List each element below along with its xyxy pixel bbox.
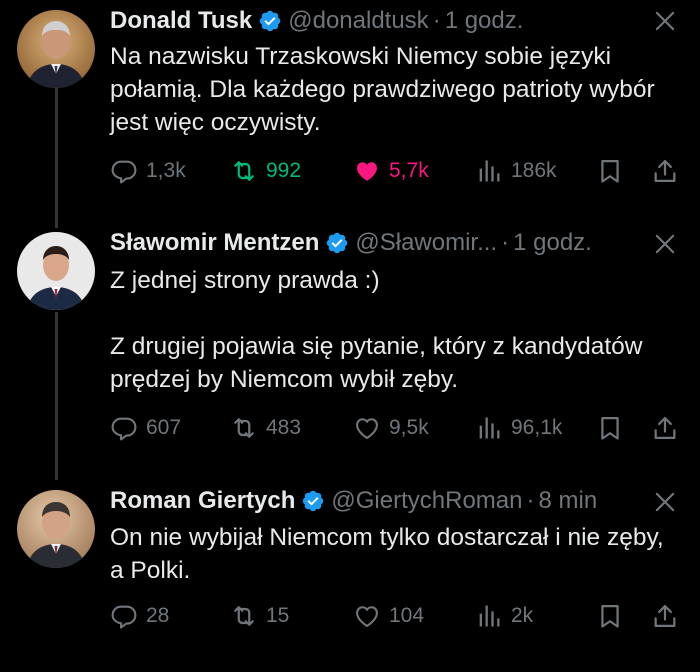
share-button[interactable] [651,602,679,630]
reply-button[interactable]: 28 [110,602,169,630]
timestamp[interactable]: 8 min [538,487,597,515]
views-button[interactable]: 2k [475,602,533,630]
bookmark-icon [596,602,624,630]
retweet-count: 15 [266,604,290,627]
tweet-text: On nie wybijał Niemcom tylko dostarczał … [110,521,670,587]
separator-dot: · [526,487,535,514]
tweet[interactable]: Roman Giertych @GiertychRoman · 8 min On… [0,0,700,672]
avatar[interactable] [17,490,95,568]
share-icon [651,602,679,630]
close-icon[interactable] [652,489,678,515]
verified-badge-icon [301,489,325,513]
heart-icon [353,602,381,630]
retweet-icon [230,602,258,630]
like-button[interactable]: 104 [353,602,424,630]
author-handle[interactable]: @GiertychRoman [331,487,522,515]
like-count: 104 [389,604,425,627]
action-bar: 28 15 104 2k [110,600,680,632]
tweet-paragraph: On nie wybijał Niemcom tylko dostarczał … [110,524,664,584]
reply-icon [110,602,138,630]
views-chart-icon [475,602,503,630]
tweet-header: Roman Giertych @GiertychRoman · 8 min [110,486,680,516]
retweet-button[interactable]: 15 [230,602,289,630]
bookmark-button[interactable] [596,602,624,630]
author-name[interactable]: Roman Giertych [110,487,295,515]
views-count: 2k [511,604,534,627]
reply-count: 28 [146,604,170,627]
